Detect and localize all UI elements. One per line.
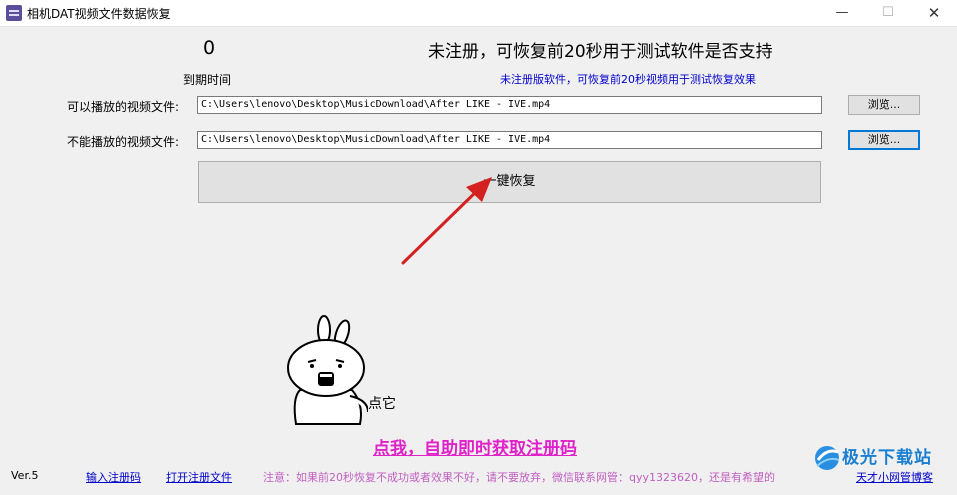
version-label: Ver.5 [11,469,39,482]
registration-status-subtitle: 未注册版软件，可恢复前20秒视频用于测试恢复效果 [500,73,756,86]
expire-label: 到期时间 [183,73,232,87]
minimize-button[interactable]: — [819,0,865,26]
open-code-file-link[interactable]: 打开注册文件 [166,469,232,485]
browse-playable-button[interactable]: 浏览... [848,95,920,115]
one-click-restore-button[interactable]: 一键恢复 [198,161,821,203]
notice-text: 注意：如果前20秒恢复不成功或者效果不好，请不要放弃，微信联系网管：qyy132… [263,471,775,484]
red-arrow-icon [401,177,492,265]
app-icon [6,5,22,21]
window-title: 相机DAT视频文件数据恢复 [27,7,171,21]
title-bar: 相机DAT视频文件数据恢复 — ☐ ✕ [0,0,957,27]
blog-link[interactable]: 天才小网管博客 [856,469,933,485]
maximize-button[interactable]: ☐ [865,0,911,26]
watermark-text: 极光下载站 [842,448,932,468]
enter-code-link[interactable]: 输入注册码 [86,469,141,485]
playable-file-input[interactable]: C:\Users\lenovo\Desktop\MusicDownload\Af… [197,96,822,114]
browse-unplayable-button[interactable]: 浏览... [848,130,920,150]
unplayable-file-label: 不能播放的视频文件: [67,135,180,149]
close-button[interactable]: ✕ [911,0,957,26]
aurora-logo-icon [815,446,840,470]
rabbit-mascot-icon[interactable] [278,312,368,427]
playable-file-label: 可以播放的视频文件: [67,100,180,114]
registration-status-title: 未注册，可恢复前20秒用于测试软件是否支持 [428,42,773,62]
get-registration-code-link[interactable]: 点我，自助即时获取注册码 [373,434,577,459]
unplayable-file-input[interactable]: C:\Users\lenovo\Desktop\MusicDownload\Af… [197,131,822,149]
mascot-caption: 点它 [368,396,396,412]
days-remaining-count: 0 [203,37,216,59]
